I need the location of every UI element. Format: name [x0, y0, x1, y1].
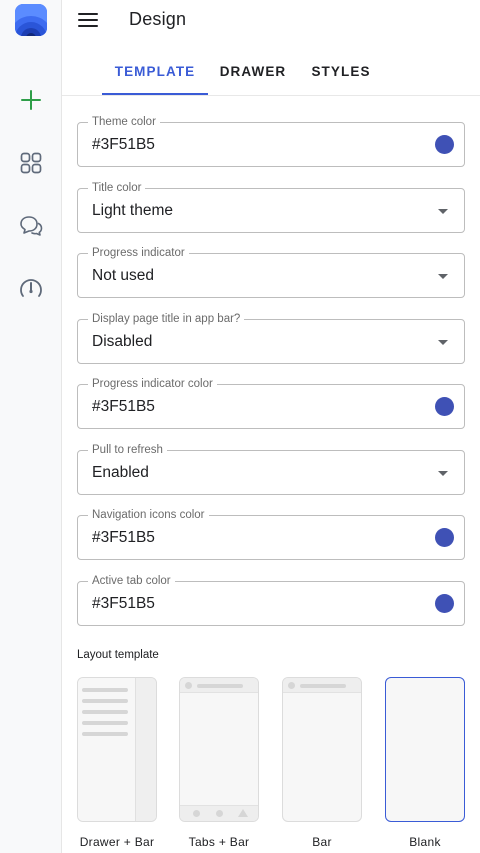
dropdown-arrow-icon	[438, 209, 448, 214]
apps-button[interactable]	[13, 145, 49, 181]
navigation-rail	[0, 0, 62, 853]
field-value: Disabled	[92, 333, 153, 350]
content-strip	[135, 678, 156, 821]
color-swatch[interactable]	[435, 397, 454, 416]
tab-dot-icon	[193, 810, 200, 817]
page-title: Design	[129, 9, 187, 29]
layout-option-drawer-bar[interactable]	[77, 677, 157, 822]
performance-button[interactable]	[13, 270, 49, 306]
field-value: #3F51B5	[92, 136, 155, 153]
field-value: #3F51B5	[92, 529, 155, 546]
field-label: Progress indicator color	[88, 377, 217, 391]
drawer-item-line	[82, 688, 128, 692]
progress-indicator-select[interactable]: Progress indicator Not used	[77, 246, 465, 298]
field-label: Progress indicator	[88, 246, 189, 260]
display-page-title-select[interactable]: Display page title in app bar? Disabled	[77, 312, 465, 364]
messages-button[interactable]	[13, 208, 49, 244]
theme-color-field[interactable]: Theme color #3F51B5	[77, 115, 465, 167]
layout-option-label: Bar	[312, 835, 332, 849]
field-label: Navigation icons color	[88, 508, 209, 522]
layout-option-tabs-bar[interactable]	[179, 677, 259, 822]
dropdown-arrow-icon	[438, 340, 448, 345]
layout-option-label: Blank	[409, 835, 441, 849]
field-value: Not used	[92, 267, 155, 284]
add-icon	[21, 90, 41, 110]
field-value: #3F51B5	[92, 595, 155, 612]
app-bar-title-line	[300, 684, 346, 688]
color-swatch[interactable]	[435, 528, 454, 547]
add-button[interactable]	[13, 82, 49, 118]
app-bar-icon	[185, 682, 192, 689]
field-label: Active tab color	[88, 574, 175, 588]
drawer-item-line	[82, 710, 128, 714]
app-logo-icon[interactable]	[15, 4, 47, 36]
tab-bar: TEMPLATE DRAWER STYLES	[62, 52, 480, 96]
chat-icon	[20, 216, 43, 236]
field-label: Display page title in app bar?	[88, 312, 245, 326]
navigation-icons-color-field[interactable]: Navigation icons color #3F51B5	[77, 508, 465, 560]
title-color-select[interactable]: Title color Light theme	[77, 181, 465, 233]
tab-drawer[interactable]: DRAWER	[218, 52, 288, 96]
field-value: Enabled	[92, 464, 149, 481]
layout-option-blank[interactable]	[385, 677, 465, 822]
active-tab-color-field[interactable]: Active tab color #3F51B5	[77, 574, 465, 626]
field-label: Title color	[88, 181, 146, 195]
hamburger-menu-icon	[78, 13, 98, 27]
field-value: Light theme	[92, 202, 173, 219]
dropdown-arrow-icon	[438, 274, 448, 279]
color-swatch[interactable]	[435, 135, 454, 154]
layout-template-heading: Layout template	[77, 649, 159, 661]
app-bar-icon	[288, 682, 295, 689]
drawer-item-line	[82, 732, 128, 736]
progress-indicator-color-field[interactable]: Progress indicator color #3F51B5	[77, 377, 465, 429]
app-bar-title-line	[197, 684, 243, 688]
layout-option-label: Tabs + Bar	[188, 835, 250, 849]
tab-triangle-icon	[238, 809, 248, 817]
field-value: #3F51B5	[92, 398, 155, 415]
layout-option-label: Drawer + Bar	[79, 835, 155, 849]
drawer-item-line	[82, 721, 128, 725]
menu-button[interactable]	[76, 8, 100, 32]
grid-icon	[20, 152, 42, 174]
tab-template[interactable]: TEMPLATE	[110, 52, 200, 96]
dropdown-arrow-icon	[438, 471, 448, 476]
tab-dot-icon	[216, 810, 223, 817]
active-tab-indicator	[102, 93, 208, 95]
drawer-item-line	[82, 699, 128, 703]
pull-to-refresh-select[interactable]: Pull to refresh Enabled	[77, 443, 465, 495]
field-label: Theme color	[88, 115, 160, 129]
gauge-icon	[20, 279, 42, 297]
field-label: Pull to refresh	[88, 443, 167, 457]
color-swatch[interactable]	[435, 594, 454, 613]
layout-option-bar[interactable]	[282, 677, 362, 822]
tab-styles[interactable]: STYLES	[308, 52, 374, 96]
